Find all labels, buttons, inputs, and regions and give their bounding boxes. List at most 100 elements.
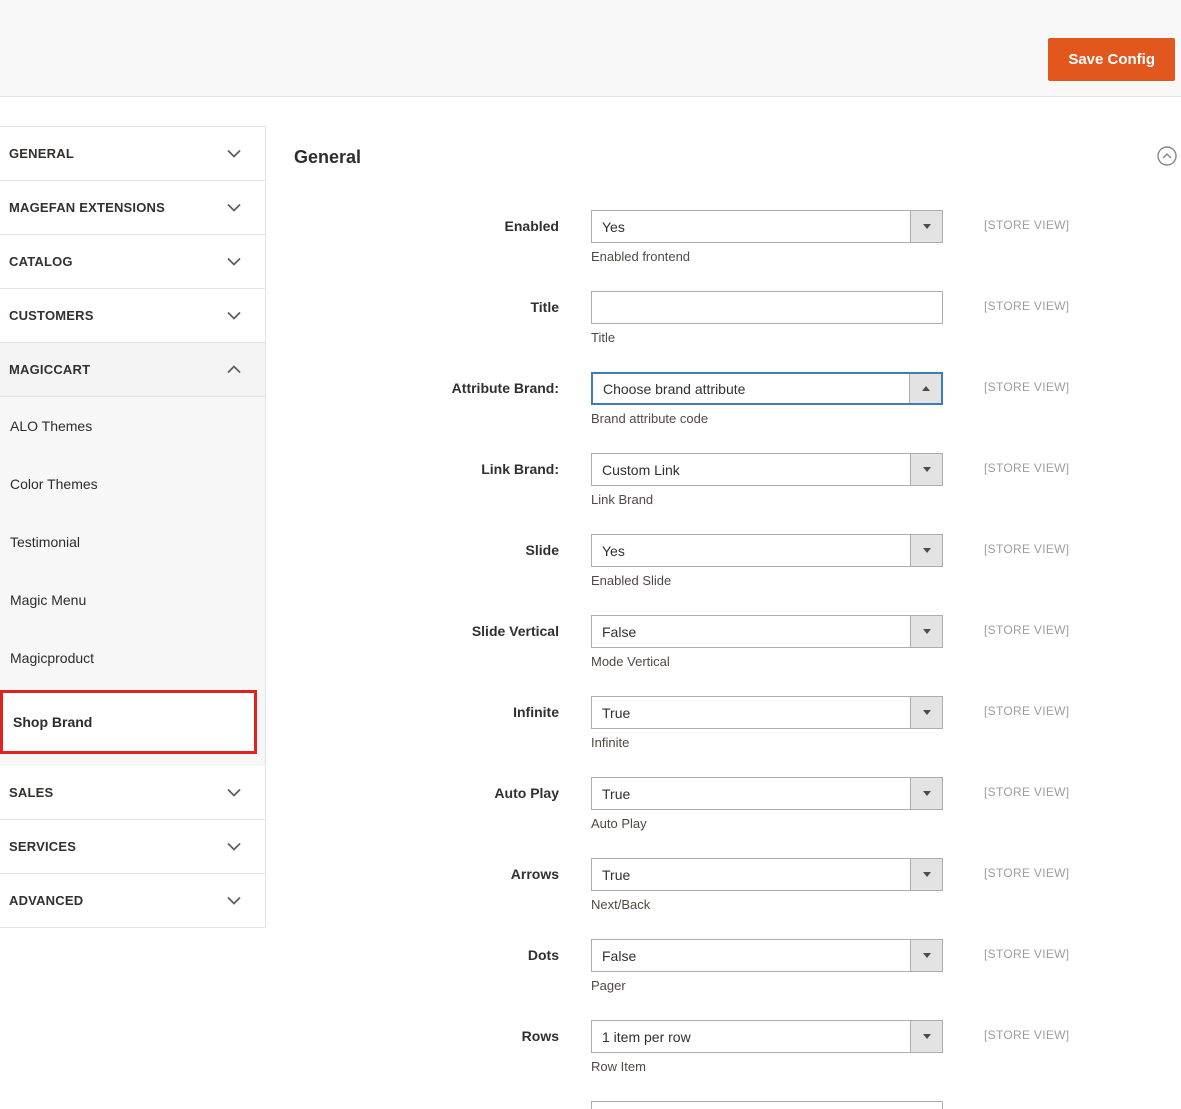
field-control: Custom Link Link Brand	[591, 453, 943, 507]
scope-label: [STORE VIEW]	[984, 866, 1070, 880]
field-select[interactable]: Yes	[591, 210, 943, 243]
field-select[interactable]: Choose brand attribute	[591, 372, 943, 405]
field-label: Infinite	[513, 704, 559, 720]
select-value: True	[602, 866, 631, 883]
select-arrow-icon	[910, 535, 942, 566]
field-text-input[interactable]	[591, 291, 943, 324]
sidebar-section-label: SERVICES	[9, 839, 77, 854]
scope-label: [STORE VIEW]	[984, 299, 1070, 313]
sidebar-subitem-shop-brand[interactable]: Shop Brand	[0, 690, 257, 754]
field-select[interactable]: False	[591, 615, 943, 648]
config-sidebar: GENERAL MAGEFAN EXTENSIONS CATALOG CUSTO…	[0, 126, 266, 928]
field-select[interactable]: True	[591, 858, 943, 891]
chevron-up-icon	[227, 361, 241, 379]
select-value: Custom Link	[602, 461, 680, 478]
sidebar-section[interactable]: SALES	[0, 766, 265, 820]
field-select[interactable]: Custom Link	[591, 453, 943, 486]
sidebar-section[interactable]: GENERAL	[0, 127, 265, 181]
sidebar-section[interactable]: CATALOG	[0, 235, 265, 289]
field-control: True Infinite	[591, 696, 943, 750]
sidebar-subitem[interactable]: ALO Themes	[0, 397, 265, 455]
sidebar-subitem[interactable]: Magicproduct	[0, 629, 265, 687]
field-label: Auto Play	[494, 785, 559, 801]
field-note: Mode Vertical	[591, 654, 670, 669]
scope-label: [STORE VIEW]	[984, 218, 1070, 232]
field-control: False Mode Vertical	[591, 615, 943, 669]
sidebar-subitem[interactable]: Magic Menu	[0, 571, 265, 629]
sidebar-section-label: CATALOG	[9, 254, 73, 269]
select-arrow-icon	[910, 454, 942, 485]
field-row: Dots False Pager [STORE VIEW]	[266, 939, 1181, 993]
scope-label: [STORE VIEW]	[984, 380, 1070, 394]
sidebar-section[interactable]: ADVANCED	[0, 874, 265, 928]
sidebar-section-magiccart[interactable]: MAGICCART	[0, 343, 265, 397]
chevron-down-icon	[227, 838, 241, 856]
field-label: Link Brand:	[481, 461, 559, 477]
sidebar-section-label: MAGEFAN EXTENSIONS	[9, 200, 166, 215]
sidebar-subitem[interactable]: Testimonial	[0, 513, 265, 571]
field-note: Row Item	[591, 1059, 646, 1074]
field-select[interactable]: True	[591, 777, 943, 810]
field-select[interactable]	[591, 1101, 943, 1109]
scope-label: [STORE VIEW]	[984, 947, 1070, 961]
sidebar-section[interactable]: SERVICES	[0, 820, 265, 874]
field-row: Link Brand: Custom Link Link Brand [STOR…	[266, 453, 1181, 507]
field-select[interactable]: 1 item per row	[591, 1020, 943, 1053]
field-row: Title Title [STORE VIEW]	[266, 291, 1181, 345]
select-value: True	[602, 785, 631, 802]
field-row: Enabled Yes Enabled frontend [STORE VIEW…	[266, 210, 1181, 264]
field-label: Enabled	[504, 218, 559, 234]
field-label: Slide	[525, 542, 559, 558]
field-row: Rows 1 item per row Row Item [STORE VIEW…	[266, 1020, 1181, 1074]
chevron-down-icon	[227, 145, 241, 163]
field-row: Auto Play True Auto Play [STORE VIEW]	[266, 777, 1181, 831]
field-select[interactable]: False	[591, 939, 943, 972]
sidebar-subitem-list: ALO Themes Color Themes Testimonial Magi…	[0, 397, 265, 687]
field-note: Next/Back	[591, 897, 651, 912]
field-row: Slide Vertical False Mode Vertical [STOR…	[266, 615, 1181, 669]
sidebar-top-sections: GENERAL MAGEFAN EXTENSIONS CATALOG CUSTO…	[0, 127, 265, 343]
sidebar-section[interactable]: CUSTOMERS	[0, 289, 265, 343]
field-row: Infinite True Infinite [STORE VIEW]	[266, 696, 1181, 750]
main-layout: GENERAL MAGEFAN EXTENSIONS CATALOG CUSTO…	[0, 97, 1181, 1109]
sidebar-section[interactable]: MAGEFAN EXTENSIONS	[0, 181, 265, 235]
select-arrow-icon	[909, 374, 941, 403]
page-header: Save Config	[0, 0, 1181, 97]
select-arrow-icon	[910, 616, 942, 647]
select-arrow-icon	[910, 697, 942, 728]
field-select[interactable]: Yes	[591, 534, 943, 567]
field-control: False Pager	[591, 939, 943, 993]
select-value: True	[602, 704, 631, 721]
sidebar-subitems: ALO Themes Color Themes Testimonial Magi…	[0, 397, 265, 766]
field-note: Link Brand	[591, 492, 654, 507]
select-arrow-icon	[910, 778, 942, 809]
field-rows: Enabled Yes Enabled frontend [STORE VIEW…	[266, 210, 1181, 1074]
sidebar-section-label: GENERAL	[9, 146, 74, 161]
collapse-section-button[interactable]	[1156, 145, 1178, 167]
field-label: Title	[530, 299, 559, 315]
sidebar-section-label: MAGICCART	[9, 362, 91, 377]
field-row-partial	[266, 1101, 1181, 1109]
sidebar-bottom-sections: SALES SERVICES ADVANCED	[0, 766, 265, 928]
select-value: False	[602, 947, 637, 964]
field-row: Slide Yes Enabled Slide [STORE VIEW]	[266, 534, 1181, 588]
select-arrow-icon	[910, 859, 942, 890]
chevron-down-icon	[227, 307, 241, 325]
field-control: Yes Enabled Slide	[591, 534, 943, 588]
select-arrow-icon	[910, 940, 942, 971]
save-config-button[interactable]: Save Config	[1048, 38, 1175, 81]
collapse-circle-chevron-up-icon	[1156, 146, 1178, 170]
field-note: Title	[591, 330, 616, 345]
field-control: 1 item per row Row Item	[591, 1020, 943, 1074]
field-select[interactable]: True	[591, 696, 943, 729]
select-value: 1 item per row	[602, 1028, 691, 1045]
select-value: False	[602, 623, 637, 640]
scope-label: [STORE VIEW]	[984, 704, 1070, 718]
sidebar-subitem[interactable]: Color Themes	[0, 455, 265, 513]
field-label	[266, 1101, 575, 1109]
select-value: Yes	[602, 542, 625, 559]
field-row: Attribute Brand: Choose brand attribute …	[266, 372, 1181, 426]
field-note: Enabled Slide	[591, 573, 672, 588]
field-row: Arrows True Next/Back [STORE VIEW]	[266, 858, 1181, 912]
select-value: Yes	[602, 218, 625, 235]
